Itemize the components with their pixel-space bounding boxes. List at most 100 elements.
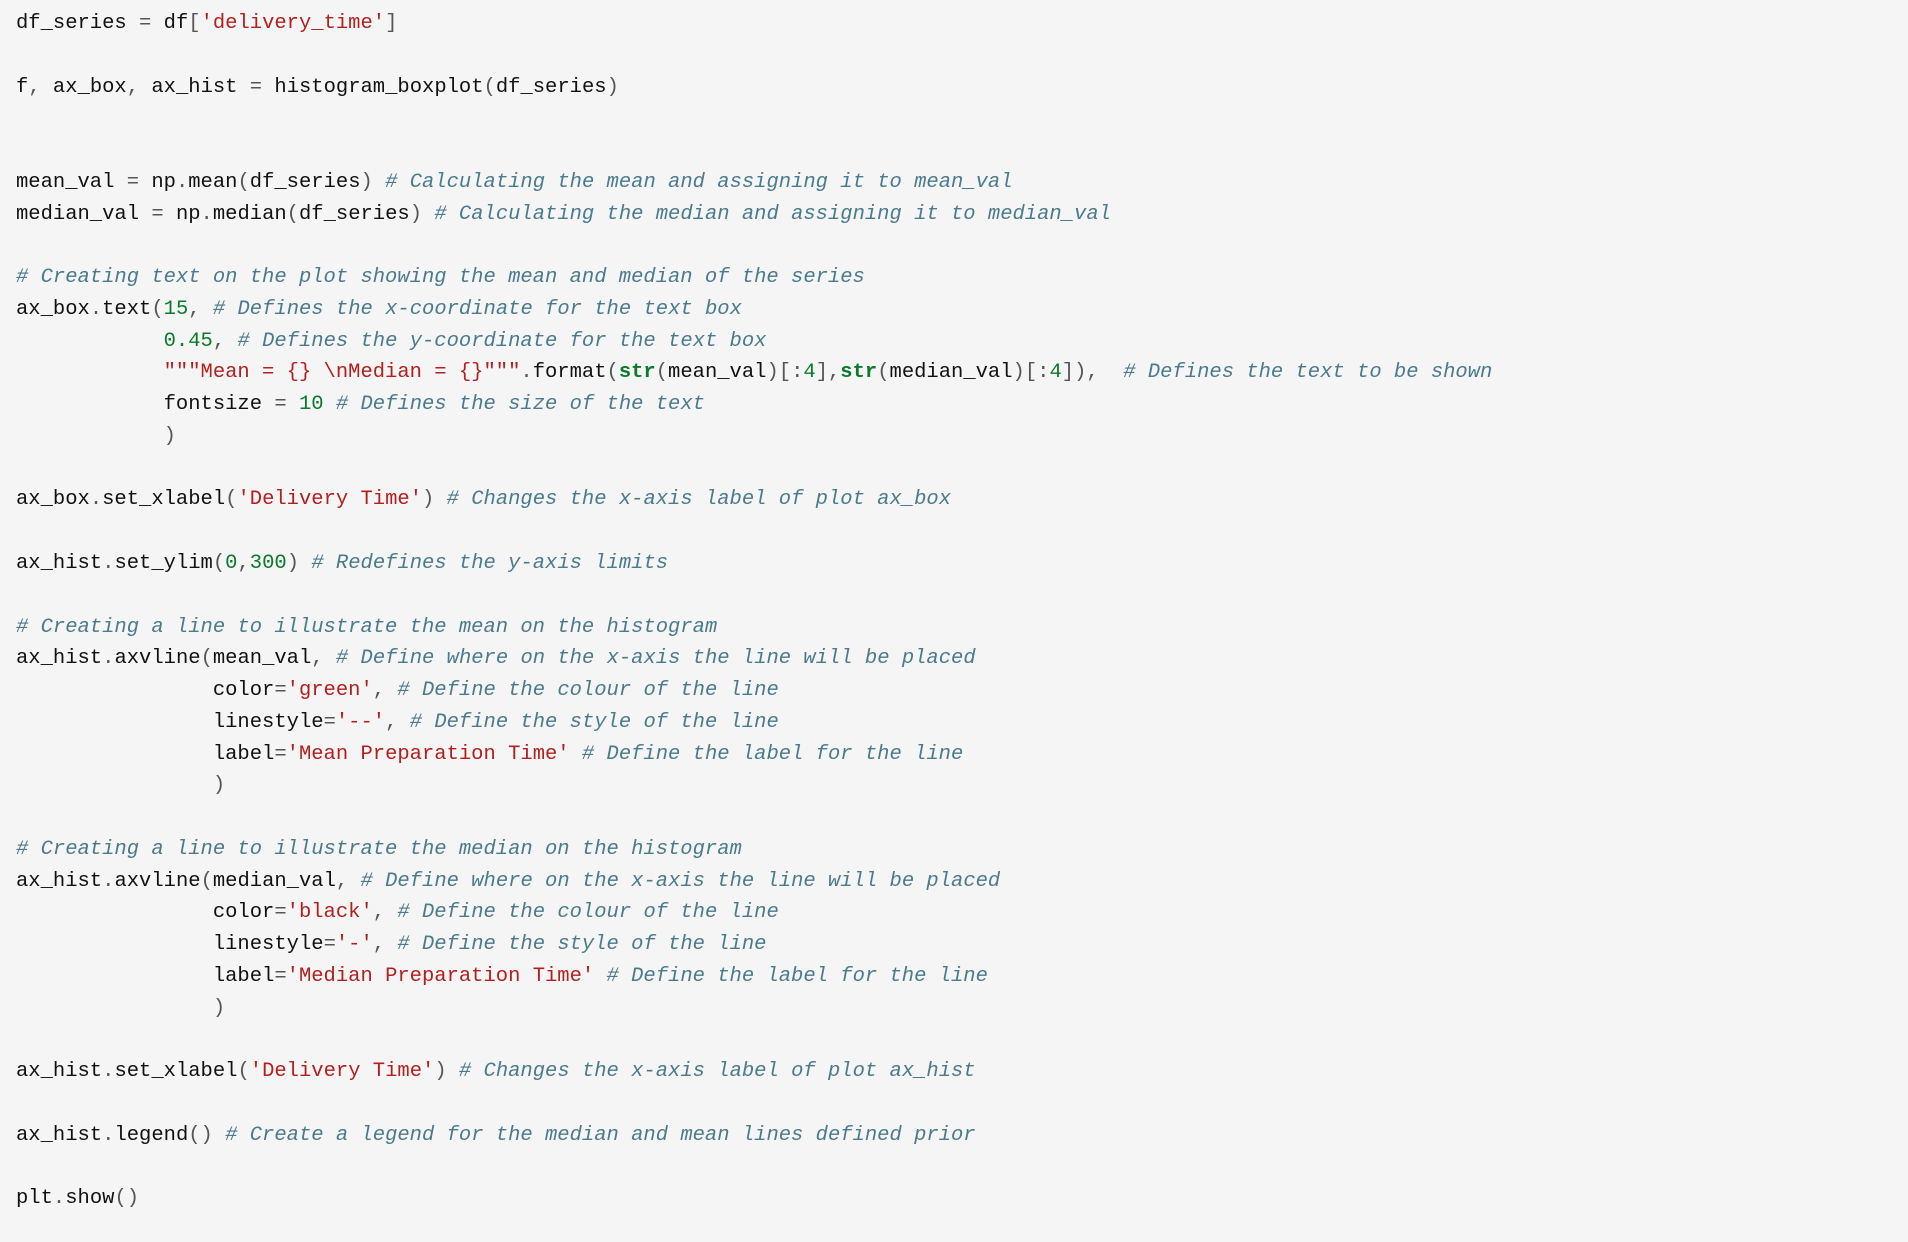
code-token: . (520, 361, 532, 384)
code-token: label (16, 965, 274, 988)
code-token: . (102, 870, 114, 893)
code-line: ax_box.set_xlabel('Delivery Time') # Cha… (16, 484, 1892, 516)
code-token (348, 870, 360, 893)
code-token: linestyle (16, 711, 324, 734)
code-line (16, 802, 1892, 834)
code-token: 0 (225, 552, 237, 575)
code-token: label (16, 743, 274, 766)
code-token: # Changes the x-axis label of plot ax_bo… (447, 488, 951, 511)
code-token: , (188, 298, 200, 321)
code-token: np (164, 203, 201, 226)
code-token: # Define the style of the line (410, 711, 779, 734)
code-token: = (250, 76, 262, 99)
code-token: legend (114, 1124, 188, 1147)
code-token (287, 393, 299, 416)
code-token: , (127, 76, 139, 99)
code-token: # Defines the x-coordinate for the text … (213, 298, 742, 321)
code-token: = (127, 171, 139, 194)
code-line: ) (16, 770, 1892, 802)
code-token: = (274, 679, 286, 702)
code-line: label='Median Preparation Time' # Define… (16, 961, 1892, 993)
code-token (385, 679, 397, 702)
code-token: 'black' (287, 901, 373, 924)
code-token: set_ylim (114, 552, 212, 575)
code-line: linestyle='--', # Define the style of th… (16, 707, 1892, 739)
code-token: # Redefines the y-axis limits (311, 552, 668, 575)
code-line (16, 580, 1892, 612)
code-token: df_series (250, 171, 361, 194)
code-token: , (385, 711, 397, 734)
code-token: . (102, 1124, 114, 1147)
code-token: , (373, 933, 385, 956)
code-token: . (102, 1060, 114, 1083)
code-token: show (65, 1187, 114, 1210)
code-token: # Defines the text to be shown (1123, 361, 1492, 384)
code-line (16, 1088, 1892, 1120)
code-token: ], (816, 361, 841, 384)
code-line: ax_hist.set_xlabel('Delivery Time') # Ch… (16, 1056, 1892, 1088)
code-token: ax_hist (16, 1124, 102, 1147)
code-token: . (201, 203, 213, 226)
code-token: [ (188, 12, 200, 35)
code-token: df_series (496, 76, 607, 99)
code-token: ( (151, 298, 163, 321)
code-token: ( (287, 203, 299, 226)
code-token: 'Mean Preparation Time' (287, 743, 570, 766)
code-token: = (139, 12, 151, 35)
code-token: # Creating a line to illustrate the mean… (16, 616, 717, 639)
code-line: ax_box.text(15, # Defines the x-coordina… (16, 294, 1892, 326)
code-line: color='green', # Define the colour of th… (16, 675, 1892, 707)
code-token: . (90, 488, 102, 511)
code-token: ] (385, 12, 397, 35)
code-token: linestyle (16, 933, 324, 956)
code-token (16, 361, 164, 384)
code-token: axvline (114, 870, 200, 893)
code-line: color='black', # Define the colour of th… (16, 897, 1892, 929)
code-token: , (28, 76, 40, 99)
code-token: ( (201, 647, 213, 670)
code-token: text (102, 298, 151, 321)
code-token: # Define the colour of the line (397, 679, 778, 702)
code-token: )[: (766, 361, 803, 384)
code-token: mean_val (668, 361, 766, 384)
code-token: ) (361, 171, 386, 194)
code-token: , (237, 552, 249, 575)
code-token: () (188, 1124, 225, 1147)
code-token: median_val (890, 361, 1013, 384)
code-token: format (533, 361, 607, 384)
code-block: df_series = df['delivery_time'] f, ax_bo… (0, 0, 1908, 1239)
code-token: = (151, 203, 163, 226)
code-line (16, 103, 1892, 135)
code-token (324, 647, 336, 670)
code-token: ax_box (16, 298, 90, 321)
code-token: ax_box (41, 76, 127, 99)
code-token: ax_hist (139, 76, 250, 99)
code-token: # Defines the y-coordinate for the text … (237, 330, 766, 353)
code-token: ) (16, 774, 225, 797)
code-token: ax_hist (16, 1060, 102, 1083)
code-token: , (373, 679, 385, 702)
code-token: ) (422, 488, 447, 511)
code-token: ( (656, 361, 668, 384)
code-token: mean_val (16, 171, 127, 194)
code-line (16, 516, 1892, 548)
code-token: ]), (1062, 361, 1124, 384)
code-line: ) (16, 421, 1892, 453)
code-token: , (373, 901, 385, 924)
code-token: ax_hist (16, 870, 102, 893)
code-token: = (274, 901, 286, 924)
code-token: , (336, 870, 348, 893)
code-token: ax_box (16, 488, 90, 511)
code-token: axvline (114, 647, 200, 670)
code-token: ) (434, 1060, 459, 1083)
code-token: # Define the label for the line (582, 743, 963, 766)
code-line: 0.45, # Defines the y-coordinate for the… (16, 326, 1892, 358)
code-token: ( (201, 870, 213, 893)
code-token: # Creating a line to illustrate the medi… (16, 838, 742, 861)
code-token: # Defines the size of the text (336, 393, 705, 416)
code-line (16, 453, 1892, 485)
code-token: np (139, 171, 176, 194)
code-token: '-' (336, 933, 373, 956)
code-token: . (176, 171, 188, 194)
code-token: mean_val (213, 647, 311, 670)
